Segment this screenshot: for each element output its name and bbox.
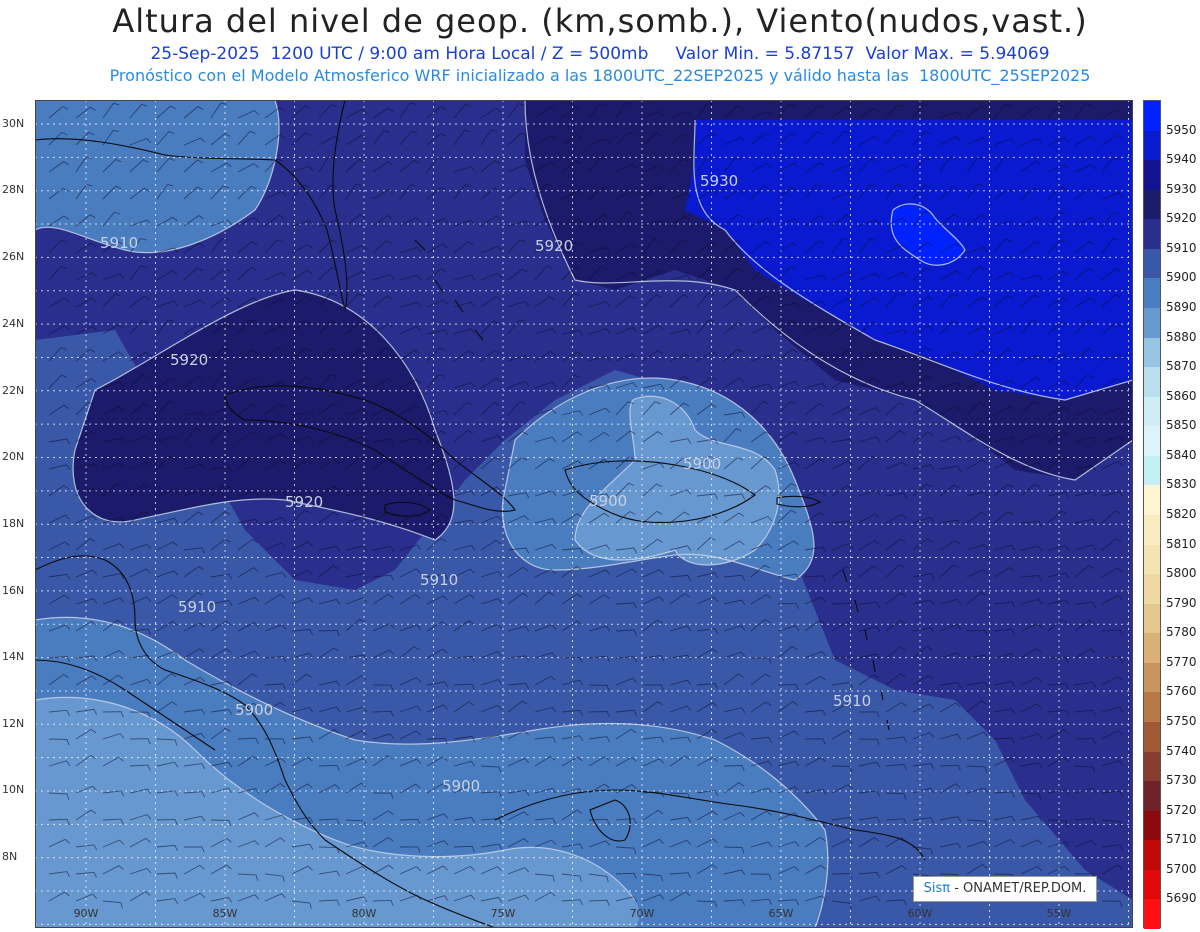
color-bar-label: 5740 [1166,743,1197,758]
color-bar-swatch [1144,189,1160,220]
lat-label: 18N [2,517,25,530]
contour-label: 5930 [700,172,738,190]
color-bar-swatch [1144,662,1160,693]
lat-label: 10N [2,783,25,796]
contour-label: 5920 [170,351,208,369]
lon-label: 75W [490,907,516,920]
color-bar-swatch [1144,869,1160,900]
color-bar-swatch [1144,633,1160,664]
map-title: Altura del nivel de geop. (km,somb.), Vi… [112,2,1088,40]
lon-label: 80W [351,907,377,920]
color-bar-label: 5710 [1166,832,1197,847]
color-bar-swatch [1144,574,1160,605]
color-bar-swatch [1144,485,1160,516]
color-bar-swatch [1144,248,1160,279]
lat-label: 20N [2,450,25,463]
color-bar-label: 5950 [1166,122,1197,137]
color-bar-label: 5780 [1166,625,1197,640]
color-bar-swatch [1144,840,1160,871]
color-bar-label: 5880 [1166,329,1197,344]
map-area: 5910 5920 5930 5920 5920 5910 5910 5900 … [34,99,1134,929]
color-bar-label: 5830 [1166,477,1197,492]
color-bar-label: 5820 [1166,507,1197,521]
lon-label: 55W [1046,907,1072,920]
color-bar-swatch [1144,455,1160,486]
color-bar-swatch [1144,337,1160,368]
color-bar-label: 5810 [1166,536,1197,551]
lon-label: 85W [212,907,238,920]
lon-label: 70W [629,907,655,920]
lon-label: 60W [907,907,933,920]
color-bar-label: 5690 [1166,891,1197,906]
color-bar-swatch [1144,810,1160,841]
contour-label: 5910 [178,598,216,616]
color-bar-label: 5840 [1166,447,1197,462]
contour-label: 5920 [285,493,323,511]
color-bar-swatch [1144,751,1160,782]
color-bar-label: 5700 [1166,861,1197,876]
color-bar-swatch [1144,544,1160,575]
color-bar-swatch [1144,899,1160,930]
lat-label: 24N [2,317,25,330]
color-bar-swatch [1144,722,1160,753]
color-bar-swatch [1144,219,1160,250]
color-bar-label: 5850 [1166,418,1197,433]
color-bar-label: 5790 [1166,595,1197,610]
color-bar-label: 5910 [1166,240,1197,255]
color-bar-swatch [1144,781,1160,812]
color-bar-label: 5760 [1166,684,1197,699]
color-bar-swatch [1144,308,1160,339]
color-bar-label: 5900 [1166,270,1197,285]
color-bar-swatch [1144,603,1160,634]
color-bar-swatch [1144,278,1160,309]
lat-label: 12N [2,717,25,730]
color-bar-label: 5940 [1166,152,1197,167]
lat-label: 8N [2,850,18,863]
lat-label: 26N [2,250,25,263]
color-bar-swatch [1144,426,1160,457]
contour-label: 5900 [235,701,273,719]
color-bar-label: 5860 [1166,388,1197,403]
color-bar [1143,100,1161,930]
contour-label: 5910 [833,692,871,710]
contour-label: 5910 [420,571,458,589]
contour-label: 5900 [442,777,480,795]
color-bar-label: 5930 [1166,181,1197,196]
model-info-line: Pronóstico con el Modelo Atmosferico WRF… [109,66,1091,85]
lat-label: 28N [2,183,25,196]
color-bar-swatch [1144,396,1160,427]
color-bar-label: 5770 [1166,654,1197,669]
color-bar-swatch [1144,367,1160,398]
color-bar-swatch [1144,692,1160,723]
contour-label: 5910 [100,234,138,252]
color-bar-swatch [1144,101,1160,132]
credit-box: Sisπ - ONAMET/REP.DOM. [913,876,1097,902]
geopotential-map: 5910 5920 5930 5920 5920 5910 5910 5900 … [34,99,1134,929]
lat-label: 30N [2,117,25,130]
contour-label: 5900 [589,492,627,510]
color-bar-label: 5890 [1166,300,1197,314]
color-bar-swatch [1144,160,1160,191]
lat-label: 14N [2,650,25,663]
sis-logo: Sisπ [923,881,951,896]
color-bar-label: 5720 [1166,802,1197,817]
lon-label: 65W [768,907,794,920]
color-bar-label: 5870 [1166,359,1197,374]
color-bar-label: 5730 [1166,773,1197,788]
color-bar-swatch [1144,130,1160,161]
color-bar-label: 5800 [1166,566,1197,581]
contour-label: 5900 [683,455,721,473]
credit-text: - ONAMET/REP.DOM. [950,881,1087,896]
lon-label: 90W [73,907,99,920]
color-bar-swatch [1144,515,1160,546]
map-subtitle: 25-Sep-2025 1200 UTC / 9:00 am Hora Loca… [150,44,1050,64]
color-bar-label: 5920 [1166,211,1197,226]
color-bar-label: 5750 [1166,714,1197,728]
contour-label: 5920 [535,237,573,255]
lat-label: 22N [2,384,25,397]
lat-label: 16N [2,584,25,597]
